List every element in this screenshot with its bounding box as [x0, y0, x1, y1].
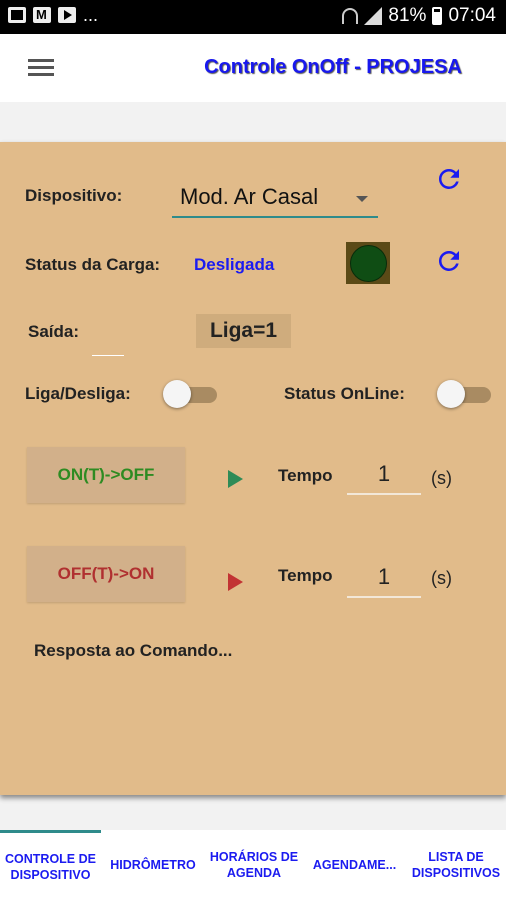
bottom-tab-bar: CONTROLE DE DISPOSITIVO HIDRÔMETRO HORÁRI… [0, 830, 506, 900]
online-status-switch[interactable] [437, 380, 493, 408]
refresh-device-icon[interactable] [434, 164, 464, 194]
output-label: Saída: [28, 322, 80, 341]
online-status-label: Status OnLine: [284, 384, 405, 403]
hamburger-menu-icon[interactable] [28, 59, 54, 77]
app-title: Controle OnOff - PROJESA [204, 56, 462, 78]
signal-icon [364, 7, 383, 25]
gmail-notification-icon [33, 7, 51, 23]
dropdown-caret-icon [356, 196, 368, 202]
tab-label-line2: AGENDA [226, 866, 282, 880]
device-selected-value: Mod. Ar Casal [180, 184, 319, 209]
play-off-on-icon[interactable] [228, 573, 243, 591]
tab-device-list[interactable]: LISTA DE DISPOSITIVOS [406, 830, 506, 900]
output-input[interactable] [92, 354, 124, 356]
tab-label-line1: CONTROLE DE [5, 851, 96, 866]
off-on-time-input[interactable]: 1 [347, 558, 421, 598]
play-on-off-icon[interactable] [228, 470, 243, 488]
onoff-switch[interactable] [163, 380, 219, 408]
refresh-status-icon[interactable] [434, 246, 464, 276]
off-to-on-button[interactable]: OFF(T)->ON [27, 546, 185, 602]
tab-label-line1: AGENDAME... [312, 858, 397, 872]
wifi-icon [342, 8, 359, 24]
notification-icons: ... [8, 5, 99, 25]
on-to-off-button[interactable]: ON(T)->OFF [27, 447, 185, 503]
clock: 07:04 [448, 5, 496, 26]
off-on-time-unit: (s) [431, 568, 452, 588]
system-icons: 81% 07:04 [342, 5, 496, 27]
tab-schedule-times[interactable]: HORÁRIOS DE AGENDA [205, 830, 303, 900]
onoff-switch-label: Liga/Desliga: [25, 384, 131, 403]
tab-device-control[interactable]: CONTROLE DE DISPOSITIVO [0, 830, 101, 900]
status-led-icon [346, 242, 390, 284]
tab-scheduling[interactable]: AGENDAME... [303, 830, 406, 900]
tempo-label: Tempo [278, 566, 333, 585]
output-value: Liga=1 [196, 314, 291, 348]
tab-label-line2: DISPOSITIVO [10, 867, 91, 882]
device-dropdown[interactable]: Mod. Ar Casal [172, 182, 378, 218]
more-notifications-indicator: ... [83, 5, 99, 25]
youtube-notification-icon [58, 7, 76, 23]
tab-label-line2: DISPOSITIVOS [411, 866, 501, 880]
tab-label-line1: HORÁRIOS DE [209, 850, 299, 864]
tempo-label: Tempo [278, 466, 333, 485]
battery-percent: 81% [388, 5, 427, 26]
load-status-label: Status da Carga: [25, 255, 161, 274]
on-off-time-unit: (s) [431, 468, 452, 488]
device-label: Dispositivo: [25, 186, 123, 205]
image-notification-icon [8, 7, 26, 23]
app-bar: Controle OnOff - PROJESA [0, 34, 506, 102]
tab-label-line1: HIDRÔMETRO [110, 858, 196, 872]
status-bar: ... 81% 07:04 [0, 0, 506, 34]
tab-label-line1: LISTA DE [428, 850, 484, 864]
on-off-time-input[interactable]: 1 [347, 455, 421, 495]
tab-water-meter[interactable]: HIDRÔMETRO [101, 830, 205, 900]
battery-icon [432, 7, 443, 25]
command-response-text: Resposta ao Comando... [34, 641, 233, 660]
load-status-value: Desligada [194, 255, 275, 274]
